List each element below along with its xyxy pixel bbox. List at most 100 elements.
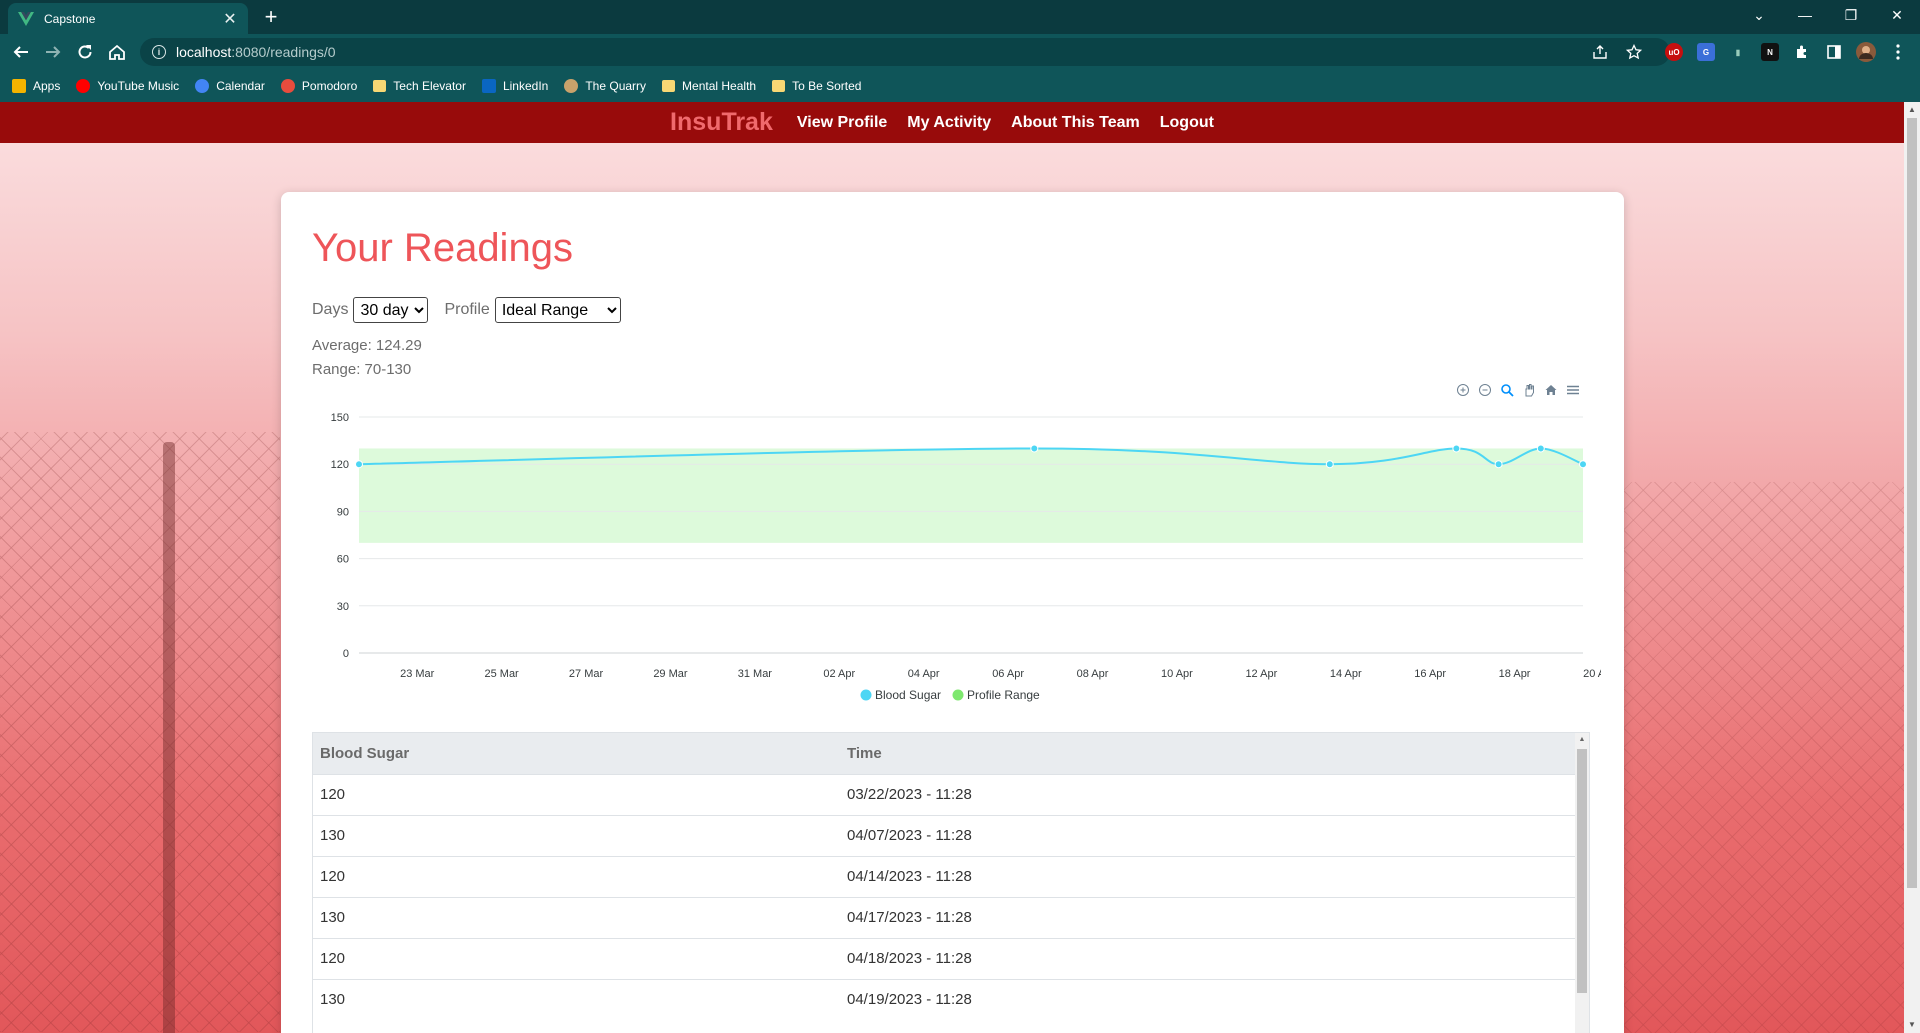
nav-my-activity[interactable]: My Activity: [907, 114, 991, 132]
bookmark-item[interactable]: LinkedIn: [481, 79, 549, 93]
fence-background-right: [1620, 482, 1904, 1033]
notion-extension-icon[interactable]: N: [1761, 43, 1779, 61]
bookmark-item[interactable]: Tech Elevator: [373, 79, 466, 93]
average-stat: Average: 124.29: [312, 337, 422, 354]
blood-sugar-cell: 120: [313, 937, 840, 979]
x-tick-label: 16 Apr: [1414, 668, 1446, 680]
bookmark-label: To Be Sorted: [792, 79, 862, 93]
bookmark-item[interactable]: Mental Health: [662, 79, 756, 93]
table-row: 130 04/17/2023 - 11:28: [313, 896, 1575, 938]
bookmark-label: Apps: [33, 79, 61, 93]
side-panel-icon[interactable]: [1824, 42, 1844, 62]
translate-extension-icon[interactable]: G: [1697, 43, 1715, 61]
page-scroll-down-arrow-icon[interactable]: ▼: [1904, 1017, 1920, 1033]
blood-sugar-data-point: [1494, 460, 1503, 469]
brand-logo[interactable]: InsuTrak: [670, 108, 773, 137]
x-tick-label: 08 Apr: [1077, 668, 1109, 680]
time-cell: 04/18/2023 - 11:28: [840, 937, 1575, 979]
bookmark-item[interactable]: YouTube Music: [76, 79, 179, 93]
page-scrollbar[interactable]: ▲ ▼: [1904, 102, 1920, 1033]
blood-sugar-cell: 130: [313, 896, 840, 938]
bookmark-star-icon[interactable]: [1624, 42, 1644, 62]
extension-icon[interactable]: ▮: [1729, 43, 1747, 61]
folder-icon: [662, 80, 676, 92]
x-tick-label: 27 Mar: [569, 668, 604, 680]
browser-toolbar: i localhost:8080/readings/0 uO G ▮ N: [0, 34, 1920, 70]
bookmark-item[interactable]: Apps: [12, 79, 60, 93]
table-scrollbar[interactable]: ▲ ▼: [1575, 733, 1589, 1033]
blood-sugar-cell: 120: [313, 855, 840, 897]
restore-button[interactable]: ❐: [1828, 0, 1874, 30]
quarry-icon: [564, 79, 579, 93]
fence-background: [0, 432, 280, 1032]
back-icon[interactable]: [8, 39, 34, 65]
share-icon[interactable]: [1590, 42, 1610, 62]
new-tab-button[interactable]: +: [258, 4, 284, 30]
nav-view-profile[interactable]: View Profile: [797, 114, 887, 132]
minimize-button[interactable]: —: [1782, 0, 1828, 30]
table-row: 120 04/18/2023 - 11:28: [313, 937, 1575, 979]
blood-sugar-chart: 0 30 60 90 120 150 23 Mar 25 Mar 27 Mar 29 Mar 31 …: [331, 412, 1601, 702]
x-tick-label: 25 Mar: [484, 668, 519, 680]
bookmark-label: The Quarry: [585, 79, 647, 93]
extensions-puzzle-icon[interactable]: [1792, 42, 1812, 62]
blood-sugar-cell: 130: [313, 978, 840, 1020]
page-scroll-up-arrow-icon[interactable]: ▲: [1904, 102, 1920, 118]
bookmark-label: Mental Health: [682, 79, 757, 93]
blood-sugar-data-point: [1325, 460, 1334, 469]
x-tick-label: 14 Apr: [1330, 668, 1362, 680]
bookmarks-bar: Apps YouTube Music Calendar Pomodoro Tech El…: [0, 70, 1920, 102]
nav-logout[interactable]: Logout: [1160, 114, 1214, 132]
address-bar[interactable]: i localhost:8080/readings/0: [140, 38, 1670, 66]
time-cell: 04/17/2023 - 11:28: [840, 896, 1575, 938]
days-label: Days: [312, 301, 349, 318]
scroll-up-arrow-icon[interactable]: ▲: [1575, 733, 1589, 747]
legend-label-blood-sugar: Blood Sugar: [875, 688, 941, 702]
tab-close-icon[interactable]: ✕: [222, 9, 238, 29]
fence-pole-background: [163, 442, 175, 1033]
bookmark-item[interactable]: The Quarry: [564, 79, 646, 93]
blood-sugar-cell: 120: [313, 773, 840, 815]
table-row: 130 04/19/2023 - 11:28: [313, 978, 1575, 1020]
time-cell: 03/22/2023 - 11:28: [840, 773, 1575, 815]
linkedin-icon: [481, 79, 496, 93]
x-tick-label: 04 Apr: [908, 668, 940, 680]
bookmark-item[interactable]: Pomodoro: [280, 79, 358, 93]
time-cell: 04/19/2023 - 11:28: [840, 978, 1575, 1020]
bookmark-label: Calendar: [216, 79, 265, 93]
ublock-extension-icon[interactable]: uO: [1665, 43, 1683, 61]
bookmark-label: LinkedIn: [502, 79, 549, 93]
y-tick-label: 30: [337, 601, 349, 613]
y-tick-label: 150: [331, 412, 349, 424]
bookmark-label: Pomodoro: [301, 79, 358, 93]
reload-icon[interactable]: [72, 39, 98, 65]
profile-avatar[interactable]: [1856, 42, 1876, 62]
tab-search-icon[interactable]: ⌄: [1736, 0, 1782, 30]
readings-table-body: 120 03/22/2023 - 11:28 130 04/07/2023 - 11:…: [313, 773, 1575, 1020]
browser-menu-icon[interactable]: [1888, 42, 1908, 62]
days-select[interactable]: 30 day: [353, 297, 429, 323]
blood-sugar-data-point: [1579, 460, 1587, 469]
browser-tab[interactable]: Capstone ✕: [8, 3, 248, 34]
readings-card: Your Readings Days 30 day Profile Ideal …: [281, 192, 1624, 1033]
close-window-button[interactable]: ✕: [1874, 0, 1920, 30]
folder-icon: [772, 80, 786, 92]
nav-about-team[interactable]: About This Team: [1011, 114, 1140, 132]
x-tick-label: 06 Apr: [992, 668, 1024, 680]
legend-marker-profile-range: [952, 689, 964, 701]
time-column-header: Time: [840, 733, 1575, 774]
x-tick-label: 20 Apr: [1583, 668, 1601, 680]
page-scrollbar-thumb[interactable]: [1907, 118, 1917, 888]
table-scrollbar-thumb[interactable]: [1577, 749, 1587, 993]
page-title: Your Readings: [312, 226, 573, 270]
calendar-icon: [195, 79, 210, 93]
table-row: 130 04/07/2023 - 11:28: [313, 814, 1575, 856]
profile-select[interactable]: Ideal Range: [494, 297, 621, 323]
home-icon[interactable]: [104, 39, 130, 65]
bookmark-item[interactable]: Calendar: [195, 79, 265, 93]
bookmark-item[interactable]: To Be Sorted: [772, 79, 861, 93]
site-info-icon[interactable]: i: [152, 45, 166, 59]
time-cell: 04/07/2023 - 11:28: [840, 814, 1575, 856]
y-tick-label: 60: [337, 554, 349, 566]
forward-icon[interactable]: [40, 39, 66, 65]
